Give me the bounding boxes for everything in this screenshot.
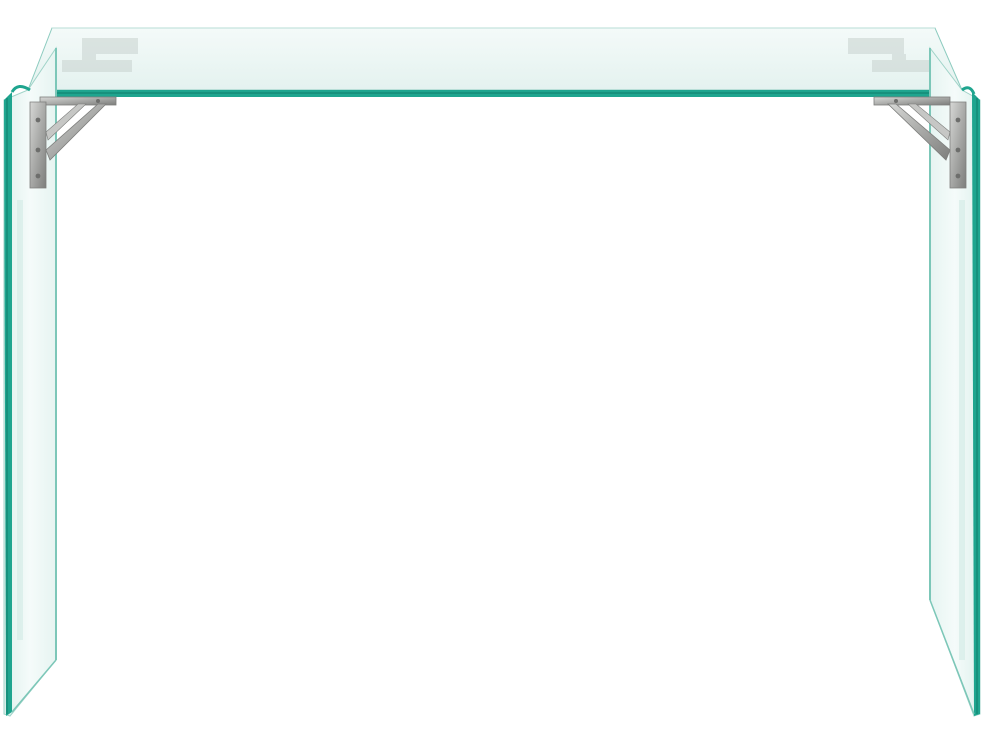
left-metal-bracket — [29, 96, 117, 189]
tabletop-glass — [27, 27, 963, 97]
glass-reflections — [17, 200, 965, 660]
product-photo — [0, 0, 984, 739]
right-metal-bracket — [873, 96, 967, 189]
glass-console-table — [3, 27, 981, 717]
